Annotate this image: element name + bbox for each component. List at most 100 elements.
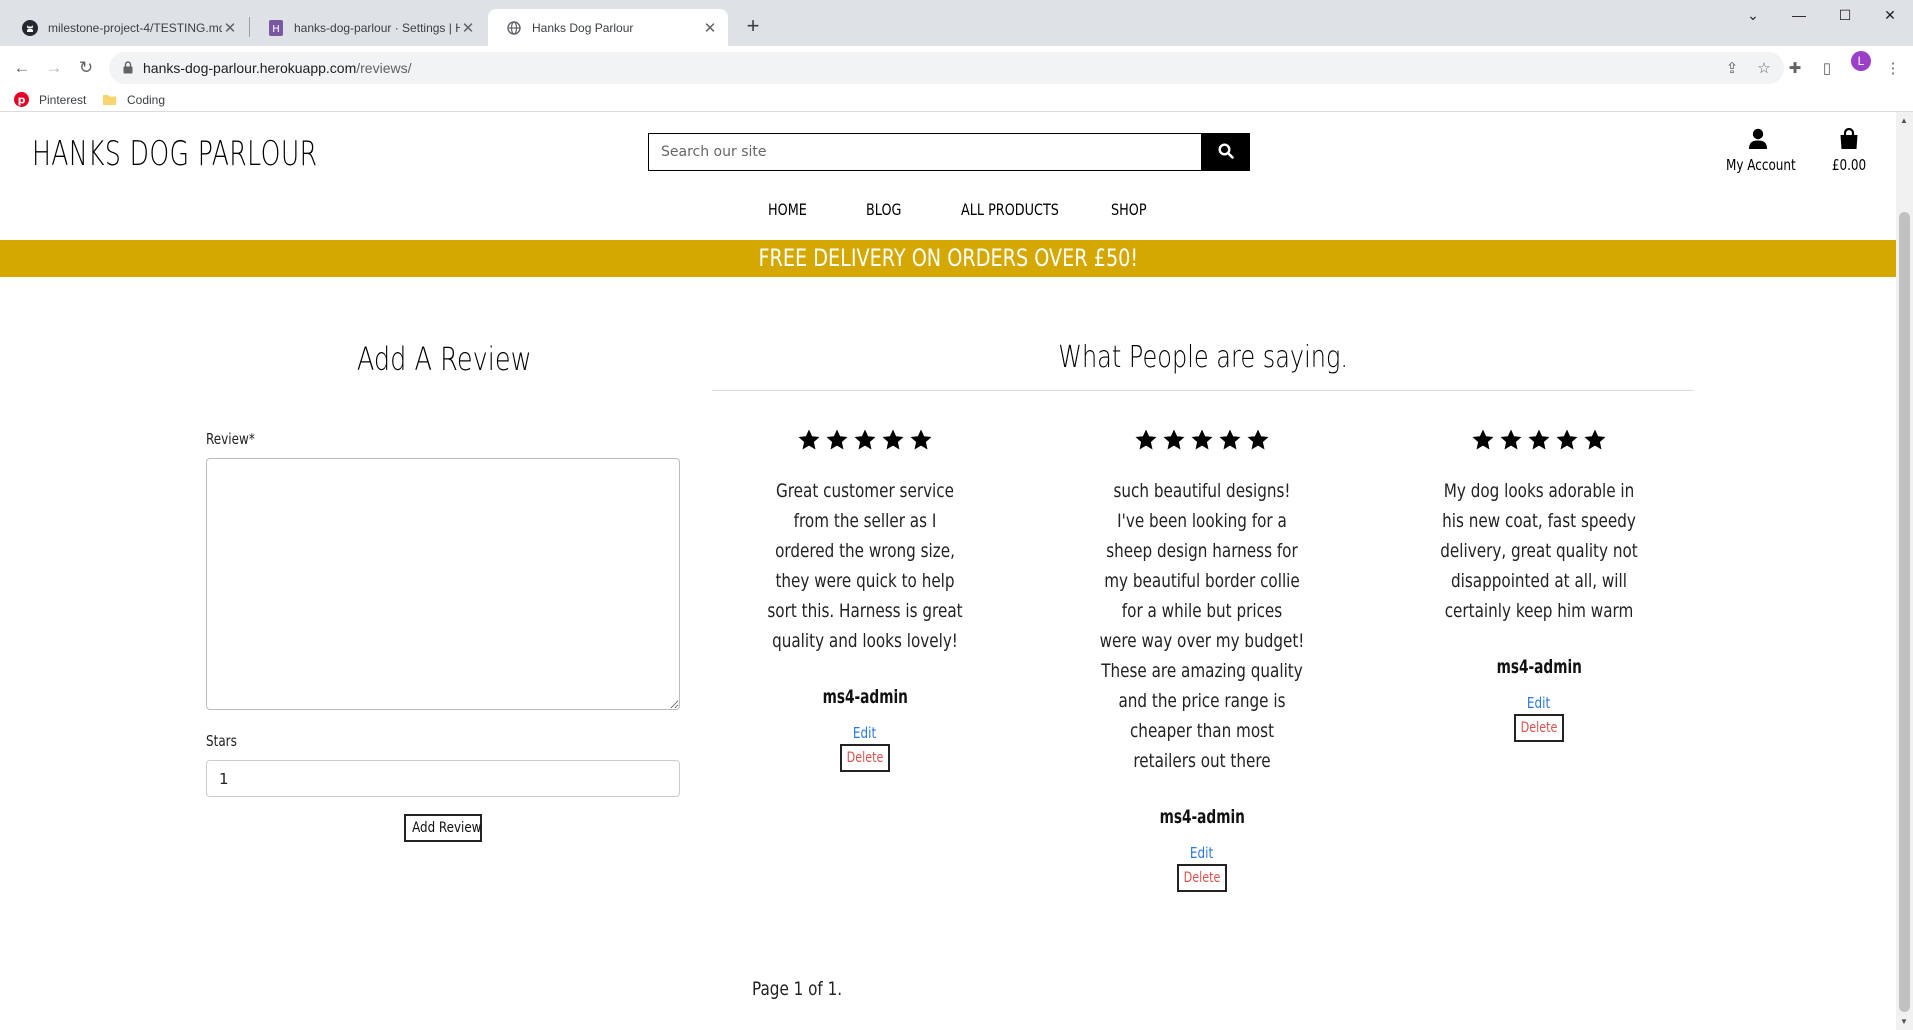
star-icon bbox=[910, 429, 932, 450]
bookmark-star-icon[interactable]: ☆ bbox=[1755, 60, 1773, 78]
review-author: ms4-admin bbox=[715, 686, 1015, 708]
nav-all-products[interactable]: ALL PRODUCTS bbox=[961, 200, 1059, 219]
bookmark-coding[interactable]: Coding bbox=[102, 92, 165, 107]
pinterest-icon: p bbox=[14, 92, 29, 107]
delete-label: Delete bbox=[1183, 870, 1221, 886]
menu-icon[interactable]: ⋮ bbox=[1884, 60, 1902, 78]
review-text-line: certainly keep him warm bbox=[1444, 600, 1634, 622]
browser-tab-title: hanks-dog-parlour · Settings | He bbox=[294, 20, 460, 35]
search-button[interactable] bbox=[1202, 133, 1250, 171]
reload-icon[interactable]: ↻ bbox=[72, 54, 100, 82]
edit-review-link[interactable]: Edit bbox=[715, 724, 1015, 742]
close-tab-icon[interactable]: ✕ bbox=[222, 19, 238, 37]
page-scrollbar[interactable]: ▲ ▼ bbox=[1896, 112, 1913, 1030]
browser-tab-heroku[interactable]: H hanks-dog-parlour · Settings | He ✕ bbox=[250, 9, 486, 46]
star-rating bbox=[715, 428, 1015, 454]
bookmark-label: Pinterest bbox=[39, 92, 87, 107]
review-card: such beautiful designs! I've been lookin… bbox=[1052, 428, 1352, 892]
folder-icon bbox=[102, 92, 117, 107]
close-window-button[interactable]: ✕ bbox=[1867, 0, 1913, 30]
review-text-line: delivery, great quality not bbox=[1440, 540, 1638, 562]
star-rating bbox=[1389, 428, 1689, 454]
bookmark-label: Coding bbox=[127, 92, 166, 107]
review-text-line: My dog looks adorable in bbox=[1443, 480, 1635, 502]
address-bar[interactable]: hanks-dog-parlour.herokuapp.com/reviews/… bbox=[109, 52, 1784, 84]
my-account-label: My Account bbox=[1726, 156, 1796, 174]
delete-review-button[interactable]: Delete bbox=[1514, 714, 1564, 742]
nav-shop[interactable]: SHOP bbox=[1111, 200, 1147, 219]
search-input[interactable] bbox=[648, 133, 1202, 171]
bookmark-pinterest[interactable]: p Pinterest bbox=[14, 92, 86, 107]
review-text-line: These are amazing quality bbox=[1101, 660, 1303, 682]
svg-text:p: p bbox=[18, 94, 26, 107]
new-tab-button[interactable]: + bbox=[739, 13, 767, 41]
edit-review-link[interactable]: Edit bbox=[1052, 844, 1352, 862]
review-author-name: ms4-admin bbox=[1159, 806, 1245, 828]
review-textarea[interactable] bbox=[206, 458, 680, 710]
back-icon[interactable]: ← bbox=[8, 54, 36, 82]
site-logo[interactable]: HANKS DOG PARLOUR bbox=[32, 134, 317, 174]
delete-label: Delete bbox=[846, 750, 884, 766]
star-icon bbox=[826, 429, 848, 450]
profile-avatar[interactable]: L bbox=[1851, 51, 1871, 71]
add-review-button[interactable]: Add Review bbox=[404, 814, 482, 842]
delete-review-button[interactable]: Delete bbox=[840, 744, 890, 772]
star-icon bbox=[1528, 429, 1550, 450]
forward-icon[interactable]: → bbox=[40, 54, 68, 82]
add-review-button-label: Add Review bbox=[412, 820, 482, 836]
shopping-bag-link[interactable]: £0.00 bbox=[1814, 127, 1884, 174]
star-icon bbox=[1556, 429, 1578, 450]
maximize-button[interactable]: ☐ bbox=[1822, 0, 1868, 30]
review-text-line: they were quick to help bbox=[775, 570, 955, 592]
close-tab-icon[interactable]: ✕ bbox=[460, 19, 476, 37]
browser-toolbar: ← → ↻ hanks-dog-parlour.herokuapp.com/re… bbox=[0, 46, 1913, 90]
edit-label: Edit bbox=[853, 724, 877, 742]
stars-field-label: Stars bbox=[206, 732, 245, 750]
star-icon bbox=[882, 429, 904, 450]
scroll-down-icon[interactable]: ▼ bbox=[1900, 1017, 1908, 1026]
my-account-link[interactable]: My Account bbox=[1718, 128, 1798, 174]
star-rating bbox=[1052, 428, 1352, 454]
github-icon bbox=[22, 19, 38, 36]
review-text-line: disappointed at all, will bbox=[1451, 570, 1627, 592]
scrollbar-thumb[interactable] bbox=[1899, 212, 1910, 1012]
review-text-line: quality and looks lovely! bbox=[772, 630, 958, 652]
edit-review-link[interactable]: Edit bbox=[1389, 694, 1689, 712]
delivery-banner: FREE DELIVERY ON ORDERS OVER £50! bbox=[0, 240, 1896, 277]
review-text-line: my beautiful border collie bbox=[1104, 570, 1300, 592]
review-card: Great customer service from the seller a… bbox=[715, 428, 1015, 772]
browser-tab-title: Hanks Dog Parlour bbox=[532, 20, 634, 35]
extensions-icon[interactable]: ✚ bbox=[1786, 60, 1804, 78]
review-text-line: cheaper than most bbox=[1129, 720, 1275, 742]
close-tab-icon[interactable]: ✕ bbox=[702, 19, 718, 37]
share-icon[interactable]: ⇪ bbox=[1723, 60, 1741, 78]
browser-tab-active[interactable]: Hanks Dog Parlour ✕ bbox=[488, 9, 728, 46]
user-icon bbox=[1748, 128, 1768, 154]
nav-blog[interactable]: BLOG bbox=[866, 200, 901, 219]
scroll-up-icon[interactable]: ▲ bbox=[1900, 116, 1908, 125]
review-field-label-text: Review* bbox=[206, 430, 255, 448]
review-text-line: for a while but prices bbox=[1121, 600, 1283, 622]
side-panel-icon[interactable]: ▯ bbox=[1818, 60, 1836, 78]
edit-label: Edit bbox=[1190, 844, 1214, 862]
nav-home[interactable]: HOME bbox=[768, 200, 807, 219]
review-text-line: sort this. Harness is great bbox=[767, 600, 963, 622]
lock-icon bbox=[123, 61, 133, 79]
review-text-line: his new coat, fast speedy bbox=[1442, 510, 1636, 532]
review-text-line: such beautiful designs! bbox=[1113, 480, 1291, 502]
minimize-button[interactable]: — bbox=[1776, 0, 1822, 30]
delete-review-button[interactable]: Delete bbox=[1177, 864, 1227, 892]
star-icon bbox=[1135, 429, 1157, 450]
star-icon bbox=[1472, 429, 1494, 450]
browser-tab-github[interactable]: milestone-project-4/TESTING.md ✕ bbox=[4, 9, 248, 46]
stars-input[interactable] bbox=[206, 760, 680, 797]
review-author: ms4-admin bbox=[1389, 656, 1689, 678]
delivery-banner-text: FREE DELIVERY ON ORDERS OVER £50! bbox=[758, 244, 1138, 272]
bookmarks-bar: p Pinterest Coding bbox=[0, 90, 1913, 112]
tab-search-icon[interactable]: ⌄ bbox=[1730, 0, 1776, 30]
browser-tabstrip: milestone-project-4/TESTING.md ✕ H hanks… bbox=[0, 0, 1913, 46]
add-review-heading-text: Add A Review bbox=[356, 340, 532, 378]
star-icon bbox=[1163, 429, 1185, 450]
stars-field-label-text: Stars bbox=[206, 732, 237, 750]
star-icon bbox=[1584, 429, 1606, 450]
